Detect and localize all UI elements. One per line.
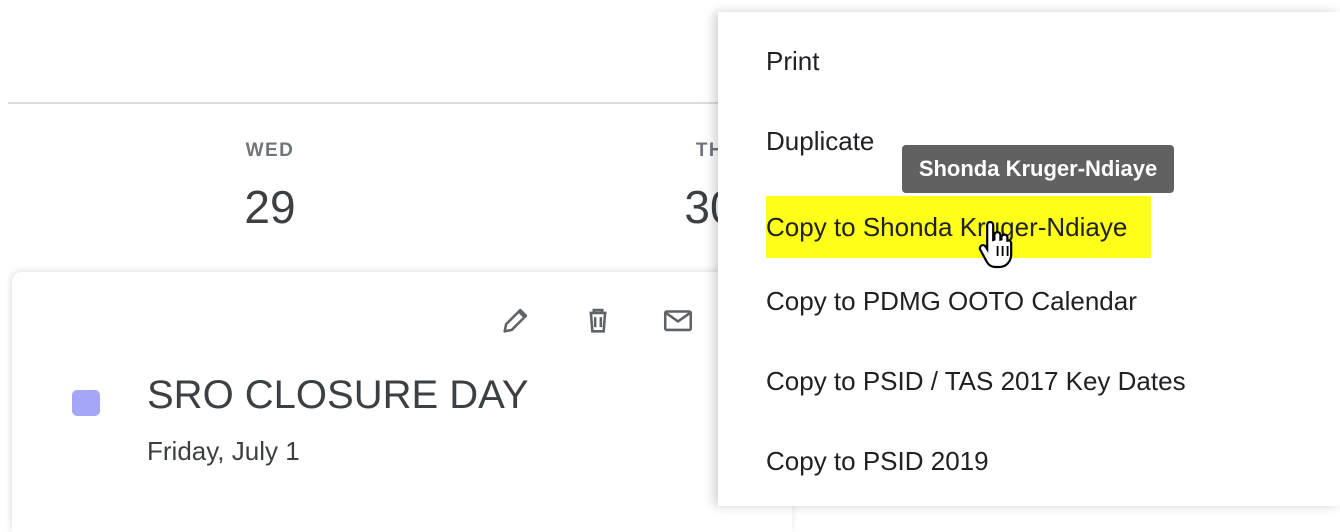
tooltip: Shonda Kruger-Ndiaye [902, 145, 1174, 193]
options-menu: Print Duplicate Copy to Shonda Kruger-Nd… [718, 12, 1340, 506]
trash-icon[interactable] [580, 302, 616, 338]
menu-item-copy-to-pdmg-ooto-calendar[interactable]: Copy to PDMG OOTO Calendar [766, 270, 1161, 332]
day-of-week-label: WED [245, 140, 295, 161]
day-number[interactable]: 29 [210, 180, 330, 234]
menu-item-copy-to-shonda-kruger-ndiaye[interactable]: Copy to Shonda Kruger-Ndiaye [766, 196, 1152, 258]
mail-icon[interactable] [660, 302, 696, 338]
event-title: SRO CLOSURE DAY [147, 373, 529, 417]
header-divider [8, 102, 768, 104]
hand-cursor-icon [976, 218, 1016, 270]
menu-item-duplicate[interactable]: Duplicate [766, 110, 898, 172]
menu-item-copy-to-psid-2019[interactable]: Copy to PSID 2019 [766, 430, 1013, 492]
event-date: Friday, July 1 [147, 436, 300, 466]
menu-item-copy-to-psid-tas-2017[interactable]: Copy to PSID / TAS 2017 Key Dates [766, 350, 1210, 412]
day-header-wednesday[interactable]: WED 29 [210, 140, 330, 234]
pencil-icon[interactable] [498, 302, 534, 338]
menu-item-print[interactable]: Print [766, 30, 843, 92]
event-color-swatch [72, 390, 100, 416]
